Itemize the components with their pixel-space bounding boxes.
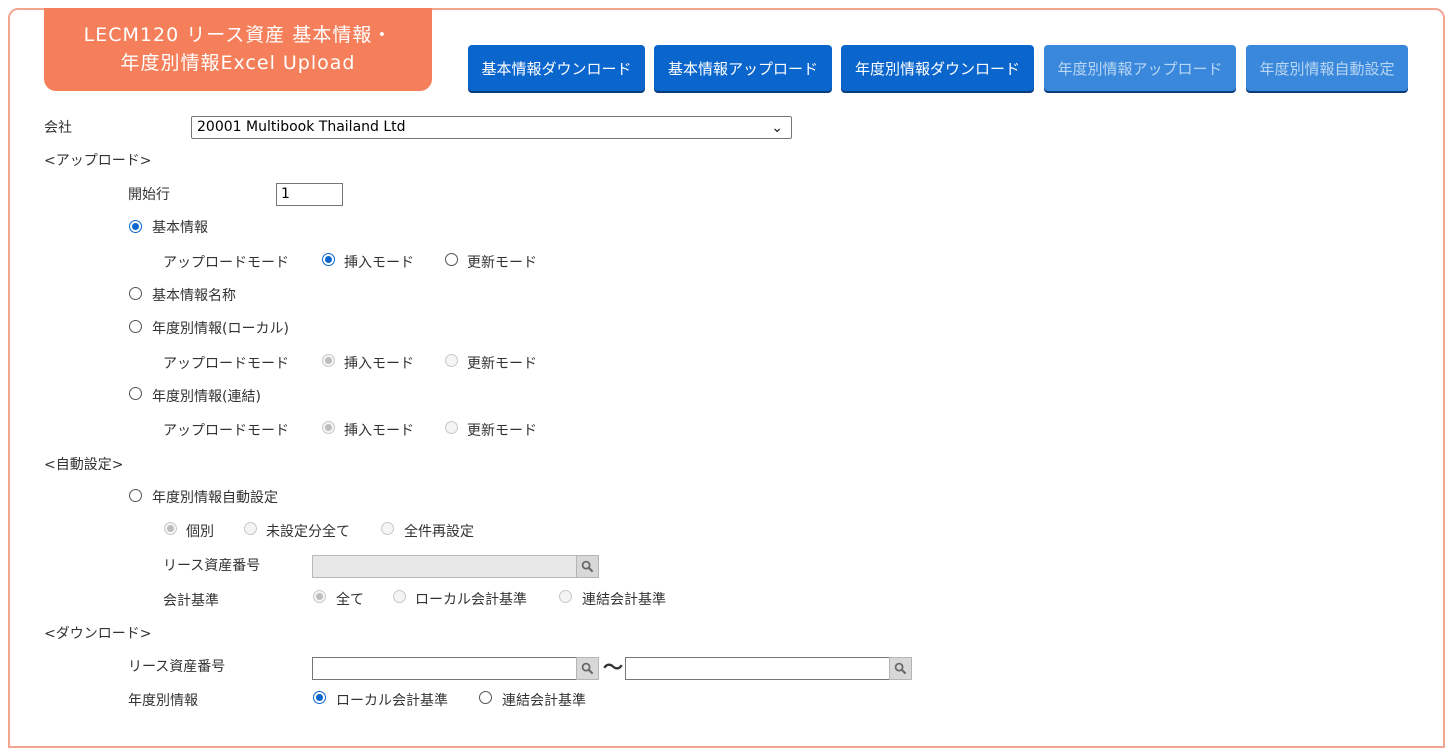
radio-basic-name[interactable] <box>129 287 142 300</box>
basic-insert-label: 挿入モード <box>344 255 414 271</box>
radio-accounting-local[interactable] <box>393 590 406 603</box>
download-asset-no-label: リース資産番号 <box>128 659 226 675</box>
download-section-title: <ダウンロード> <box>44 626 152 642</box>
radio-local-update[interactable] <box>445 354 458 367</box>
radio-unset-all[interactable] <box>244 522 257 535</box>
company-select-value: 20001 Multibook Thailand Ltd <box>197 119 406 135</box>
basic-upload-button[interactable]: 基本情報アップロード <box>654 45 832 91</box>
radio-accounting-consolidated[interactable] <box>559 590 572 603</box>
accounting-all-label: 全て <box>336 592 364 608</box>
start-row-label: 開始行 <box>128 187 170 203</box>
accounting-label: 会計基準 <box>163 593 219 609</box>
yearly-local-label: 年度別情報(ローカル) <box>152 321 289 337</box>
auto-section-title: <自動設定> <box>44 457 124 473</box>
auto-asset-no-input[interactable] <box>312 555 577 578</box>
radio-yearly-local[interactable] <box>129 320 142 333</box>
consolidated-mode-label: アップロードモード <box>163 423 289 439</box>
yearly-auto-label: 年度別情報自動設定 <box>152 490 278 506</box>
download-asset-from-input[interactable] <box>312 657 577 680</box>
download-asset-to-search-button[interactable] <box>889 657 912 680</box>
radio-basic-update[interactable] <box>445 253 458 266</box>
company-label: 会社 <box>44 120 72 136</box>
reset-all-label: 全件再設定 <box>404 524 474 540</box>
yearly-auto-button[interactable]: 年度別情報自動設定 <box>1246 45 1408 91</box>
radio-basic-info[interactable] <box>129 220 142 233</box>
upload-section-title: <アップロード> <box>44 153 152 169</box>
search-icon <box>894 662 907 675</box>
basic-update-label: 更新モード <box>467 255 537 271</box>
auto-asset-search-button[interactable] <box>576 555 599 578</box>
yearly-download-button[interactable]: 年度別情報ダウンロード <box>841 45 1034 91</box>
title-line-1: LECM120 リース資産 基本情報・ <box>83 24 393 46</box>
consolidated-insert-label: 挿入モード <box>344 423 414 439</box>
chevron-down-icon: ⌄ <box>771 120 783 136</box>
radio-download-local[interactable] <box>313 691 326 704</box>
local-mode-label: アップロードモード <box>163 356 289 372</box>
basic-name-label: 基本情報名称 <box>152 288 236 304</box>
basic-download-button[interactable]: 基本情報ダウンロード <box>468 45 645 91</box>
download-asset-to-input[interactable] <box>625 657 890 680</box>
radio-consolidated-update[interactable] <box>445 421 458 434</box>
accounting-local-label: ローカル会計基準 <box>415 592 527 608</box>
radio-yearly-auto[interactable] <box>129 489 142 502</box>
download-yearly-label: 年度別情報 <box>128 693 198 709</box>
page-title: LECM120 リース資産 基本情報・ 年度別情報Excel Upload <box>44 8 432 91</box>
search-icon <box>581 662 594 675</box>
consolidated-update-label: 更新モード <box>467 423 537 439</box>
search-icon <box>581 560 594 573</box>
individual-label: 個別 <box>186 524 214 540</box>
radio-consolidated-insert[interactable] <box>322 421 335 434</box>
basic-mode-label: アップロードモード <box>163 255 289 271</box>
radio-download-consolidated[interactable] <box>479 691 492 704</box>
radio-yearly-consolidated[interactable] <box>129 387 142 400</box>
auto-asset-no-label: リース資産番号 <box>163 558 261 574</box>
download-asset-from-search-button[interactable] <box>576 657 599 680</box>
radio-accounting-all[interactable] <box>313 590 326 603</box>
start-row-input[interactable]: 1 <box>276 183 343 206</box>
range-tilde: 〜 <box>603 655 623 679</box>
radio-individual[interactable] <box>164 522 177 535</box>
unset-all-label: 未設定分全て <box>266 524 350 540</box>
download-consolidated-label: 連結会計基準 <box>502 693 586 709</box>
radio-basic-insert[interactable] <box>322 253 335 266</box>
basic-info-label: 基本情報 <box>152 220 208 236</box>
local-update-label: 更新モード <box>467 356 537 372</box>
radio-reset-all[interactable] <box>381 522 394 535</box>
radio-local-insert[interactable] <box>322 354 335 367</box>
accounting-consolidated-label: 連結会計基準 <box>582 592 666 608</box>
title-line-2: 年度別情報Excel Upload <box>120 52 356 74</box>
company-select[interactable]: 20001 Multibook Thailand Ltd ⌄ <box>191 116 792 139</box>
local-insert-label: 挿入モード <box>344 356 414 372</box>
download-local-label: ローカル会計基準 <box>336 693 448 709</box>
yearly-consolidated-label: 年度別情報(連結) <box>152 389 261 405</box>
yearly-upload-button[interactable]: 年度別情報アップロード <box>1044 45 1236 91</box>
